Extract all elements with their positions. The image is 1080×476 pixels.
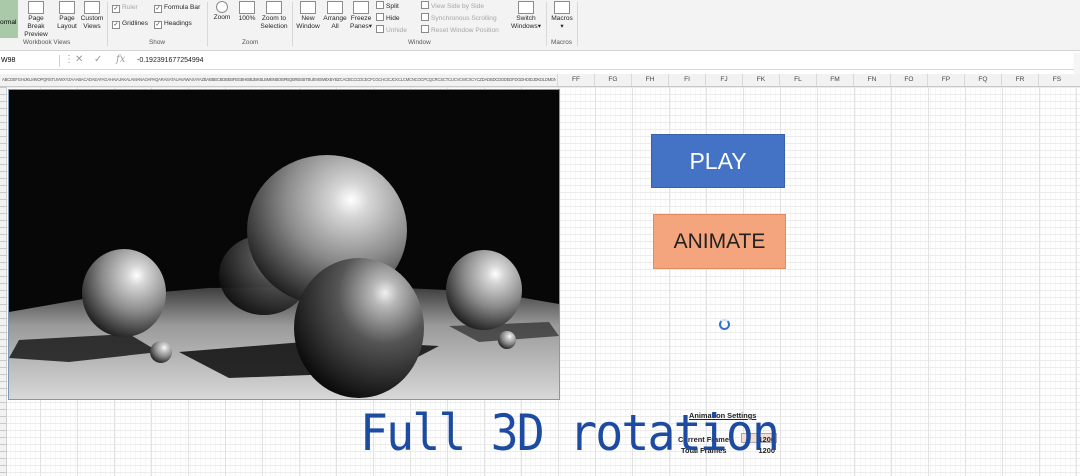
side-by-side-icon xyxy=(421,1,429,9)
group-zoom: Zoom xyxy=(242,39,259,46)
separator xyxy=(292,2,293,46)
custom-views-button[interactable]: Custom Views xyxy=(79,0,105,31)
sync-scroll-icon xyxy=(421,13,429,21)
split-button[interactable]: Split xyxy=(376,1,399,10)
page-break-preview-button[interactable]: Page Break Preview xyxy=(20,0,52,39)
magnifier-icon xyxy=(216,1,228,13)
narrow-column-letters[interactable]: ABCDEFGHIJKLMNOPQRSTUVWXYZAAABACADAEAFAG… xyxy=(2,74,556,86)
chevron-down-icon: ▾ xyxy=(537,23,542,30)
zoom-to-selection-button[interactable]: Zoom to Selection xyxy=(259,0,289,31)
separator xyxy=(577,2,578,46)
sphere-small xyxy=(498,331,516,349)
group-show: Show xyxy=(149,39,165,46)
new-window-button[interactable]: New Window xyxy=(295,0,321,31)
chevron-down-icon: ▾ xyxy=(368,23,372,30)
column-header[interactable]: FG xyxy=(594,74,631,86)
headings-checkbox[interactable]: ✓ Headings xyxy=(154,20,192,29)
column-header[interactable]: FF xyxy=(557,74,594,86)
group-window: Window xyxy=(408,39,431,46)
column-header[interactable]: FS xyxy=(1038,74,1075,86)
column-header[interactable]: FM xyxy=(816,74,853,86)
sphere-small xyxy=(150,341,172,363)
switch-windows-icon xyxy=(518,1,534,14)
page-layout-icon xyxy=(59,1,75,14)
play-button[interactable]: PLAY xyxy=(651,134,785,188)
unhide-button[interactable]: Unhide xyxy=(376,25,407,34)
sphere-front xyxy=(294,258,424,398)
macros-button[interactable]: Macros ▾ xyxy=(549,0,575,31)
sphere-right xyxy=(446,250,522,330)
freeze-panes-label: Panes▾ xyxy=(349,23,372,30)
column-header[interactable]: FH xyxy=(631,74,668,86)
chevron-down-icon: ▾ xyxy=(560,23,564,30)
ruler-checkbox[interactable]: ✓ Ruler xyxy=(112,4,138,13)
animate-button[interactable]: ANIMATE xyxy=(653,214,786,269)
ribbon: ormal Page Break Preview Page Layout Cus… xyxy=(0,0,1080,51)
rendered-3d-scene xyxy=(8,89,560,400)
separator xyxy=(107,2,108,46)
spheres-render xyxy=(9,90,559,399)
checkbox-icon: ✓ xyxy=(112,5,120,13)
gridlines-checkbox[interactable]: ✓ Gridlines xyxy=(112,20,148,29)
view-side-by-side-button[interactable]: View Side by Side xyxy=(421,1,484,10)
arrange-all-button[interactable]: Arrange All xyxy=(322,0,348,31)
freeze-panes-icon xyxy=(353,1,369,14)
enter-icon[interactable]: ✓ xyxy=(94,54,102,65)
checkbox-icon: ✓ xyxy=(112,21,120,29)
hide-icon xyxy=(376,13,384,21)
column-header[interactable]: FO xyxy=(890,74,927,86)
insert-function-icon[interactable]: fx xyxy=(116,54,125,65)
switch-windows-button[interactable]: Switch Windows▾ xyxy=(508,0,544,31)
column-header[interactable]: FN xyxy=(853,74,890,86)
zoom-100-icon xyxy=(239,1,255,14)
page-break-label: Page Break xyxy=(27,15,45,30)
column-header[interactable]: FR xyxy=(1001,74,1038,86)
normal-view-label: ormal xyxy=(0,19,17,26)
reset-window-icon xyxy=(421,25,429,33)
arrange-all-icon xyxy=(327,1,343,14)
column-headers: ABCDEFGHIJKLMNOPQRSTUVWXYZAAABACADAEAFAG… xyxy=(0,74,1080,87)
new-window-icon xyxy=(300,1,316,14)
formula-bar-checkbox[interactable]: ✓ Formula Bar xyxy=(154,4,200,13)
separator xyxy=(546,2,547,46)
row-headers[interactable] xyxy=(0,87,7,476)
column-header[interactable]: FQ xyxy=(964,74,1001,86)
column-header[interactable]: FI xyxy=(668,74,705,86)
more-icon[interactable]: ⋮ xyxy=(64,54,74,65)
column-header[interactable]: FL xyxy=(779,74,816,86)
column-header[interactable]: FJ xyxy=(705,74,742,86)
column-header[interactable]: FP xyxy=(927,74,964,86)
group-macros: Macros xyxy=(551,39,572,46)
formula-bar: W98 ⋮ ✕ ✓ fx -0.192391677254994 xyxy=(0,53,1080,70)
normal-view-button[interactable]: ormal xyxy=(0,0,18,38)
checkbox-icon: ✓ xyxy=(154,21,162,29)
separator xyxy=(207,2,208,46)
column-header[interactable]: FK xyxy=(742,74,779,86)
formula-input[interactable]: -0.192391677254994 xyxy=(137,55,204,67)
group-workbook-views: Workbook Views xyxy=(23,39,71,46)
cancel-icon[interactable]: ✕ xyxy=(75,54,83,65)
synchronous-scrolling-button[interactable]: Synchronous Scrolling xyxy=(421,13,497,22)
zoom-selection-icon xyxy=(266,1,282,14)
zoom-100-button[interactable]: 100% xyxy=(236,0,258,23)
hide-button[interactable]: Hide xyxy=(376,13,400,22)
name-box[interactable]: W98 xyxy=(0,55,60,67)
reset-window-position-button[interactable]: Reset Window Position xyxy=(421,25,499,34)
split-icon xyxy=(376,1,384,9)
freeze-panes-button[interactable]: Freeze Panes▾ xyxy=(349,0,373,31)
checkbox-icon: ✓ xyxy=(154,5,162,13)
loading-spinner-icon xyxy=(719,319,730,330)
unhide-icon xyxy=(376,25,384,33)
macros-icon xyxy=(554,1,570,14)
video-caption: Full 3D rotation xyxy=(360,404,780,462)
page-break-icon xyxy=(28,1,44,14)
page-layout-button[interactable]: Page Layout xyxy=(55,0,79,31)
zoom-button[interactable]: Zoom xyxy=(211,0,233,22)
custom-views-icon xyxy=(84,1,100,14)
sphere-left xyxy=(82,249,166,337)
